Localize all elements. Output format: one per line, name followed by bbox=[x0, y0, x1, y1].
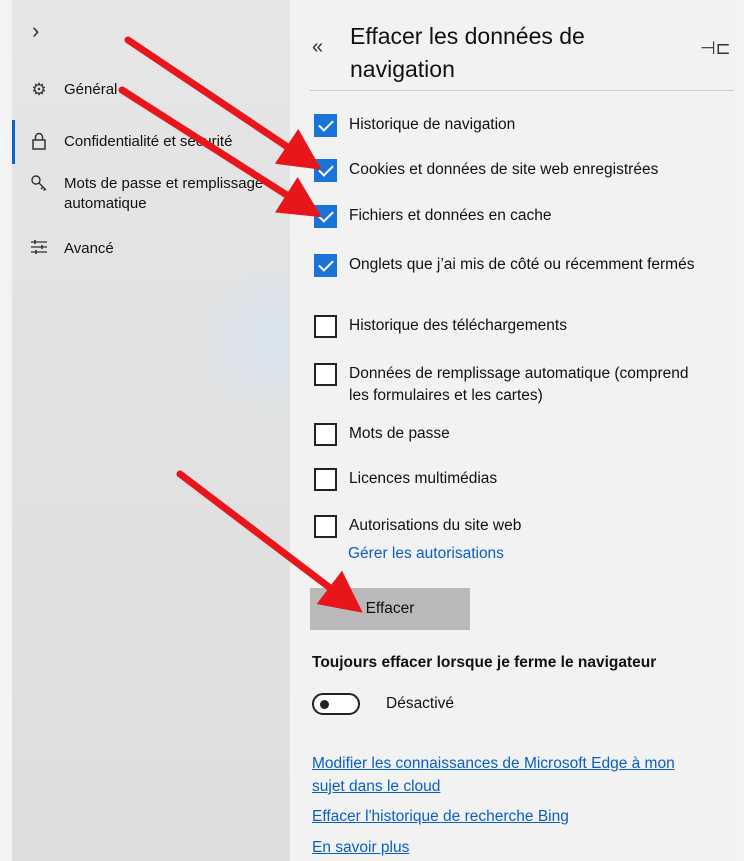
option-label: Onglets que j’ai mis de côté ou récemmen… bbox=[349, 256, 695, 273]
sidebar-item-privacy[interactable]: Confidentialité et sécurité bbox=[12, 132, 232, 155]
checkbox[interactable] bbox=[314, 468, 337, 491]
clear-bing-history-link[interactable]: Effacer l'historique de recherche Bing bbox=[312, 805, 712, 828]
checkbox[interactable] bbox=[314, 159, 337, 182]
clear-button[interactable]: Effacer bbox=[310, 588, 470, 630]
checkbox[interactable] bbox=[314, 363, 337, 386]
sidebar-item-advanced[interactable]: Avancé bbox=[12, 239, 114, 260]
lock-icon bbox=[24, 132, 54, 155]
checkbox[interactable] bbox=[314, 423, 337, 446]
option-cookies[interactable]: Cookies et données de site web enregistr… bbox=[314, 159, 658, 182]
edge-cloud-knowledge-link[interactable]: Modifier les connaissances de Microsoft … bbox=[312, 752, 707, 798]
sidebar-item-label: Avancé bbox=[64, 240, 114, 257]
option-label: Mots de passe bbox=[349, 425, 450, 442]
checkbox[interactable] bbox=[314, 254, 337, 277]
expand-chevron-icon[interactable]: › bbox=[32, 18, 39, 44]
background-blur bbox=[192, 260, 290, 420]
sidebar-item-label: Mots de passe et remplissage automatique bbox=[64, 175, 264, 212]
sidebar-item-label: Confidentialité et sécurité bbox=[64, 133, 233, 150]
option-set-aside-tabs[interactable]: Onglets que j’ai mis de côté ou récemmen… bbox=[314, 254, 714, 277]
option-label: Fichiers et données en cache bbox=[349, 207, 552, 224]
gear-icon: ⚙ bbox=[31, 80, 47, 99]
key-icon bbox=[24, 174, 54, 197]
toggle-knob bbox=[320, 700, 329, 709]
sliders-icon bbox=[24, 239, 54, 260]
checkbox[interactable] bbox=[314, 515, 337, 538]
toggle-state-label: Désactivé bbox=[386, 695, 455, 712]
panel-title: Effacer les données de navigation bbox=[350, 23, 585, 82]
option-autofill-data[interactable]: Données de remplissage automatique (comp… bbox=[314, 363, 714, 407]
learn-more-link[interactable]: En savoir plus bbox=[312, 836, 712, 859]
back-double-chevron-icon[interactable]: « bbox=[312, 36, 323, 59]
option-label: Autorisations du site web bbox=[349, 517, 522, 534]
option-browsing-history[interactable]: Historique de navigation bbox=[314, 114, 515, 137]
manage-permissions-link[interactable]: Gérer les autorisations bbox=[348, 545, 504, 563]
option-cache[interactable]: Fichiers et données en cache bbox=[314, 205, 551, 228]
option-media-licenses[interactable]: Licences multimédias bbox=[314, 468, 497, 491]
checkbox[interactable] bbox=[314, 205, 337, 228]
option-label: Historique des téléchargements bbox=[349, 317, 567, 334]
option-label: Historique de navigation bbox=[349, 116, 516, 133]
checkbox[interactable] bbox=[314, 315, 337, 338]
option-label: Cookies et données de site web enregistr… bbox=[349, 161, 659, 178]
sidebar-item-passwords[interactable]: Mots de passe et remplissage automatique bbox=[12, 174, 282, 214]
checkbox[interactable] bbox=[314, 114, 337, 137]
edge-settings-window: › ⚙ Général Confidentialité et sécurité … bbox=[0, 0, 744, 861]
pin-icon[interactable]: ⊣⊏ bbox=[700, 38, 731, 59]
settings-sidebar: › ⚙ Général Confidentialité et sécurité … bbox=[12, 0, 290, 861]
option-label: Licences multimédias bbox=[349, 470, 498, 487]
sidebar-item-general[interactable]: ⚙ Général bbox=[12, 80, 117, 100]
always-clear-toggle[interactable] bbox=[312, 693, 360, 715]
divider bbox=[310, 90, 734, 91]
sidebar-item-label: Général bbox=[64, 81, 118, 98]
option-download-history[interactable]: Historique des téléchargements bbox=[314, 315, 567, 338]
clear-data-panel: « Effacer les données de navigation ⊣⊏ H… bbox=[290, 0, 734, 861]
always-clear-label: Toujours effacer lorsque je ferme le nav… bbox=[312, 654, 657, 671]
option-passwords[interactable]: Mots de passe bbox=[314, 423, 450, 446]
option-site-permissions[interactable]: Autorisations du site web bbox=[314, 515, 521, 538]
option-label: Données de remplissage automatique (comp… bbox=[349, 365, 689, 404]
